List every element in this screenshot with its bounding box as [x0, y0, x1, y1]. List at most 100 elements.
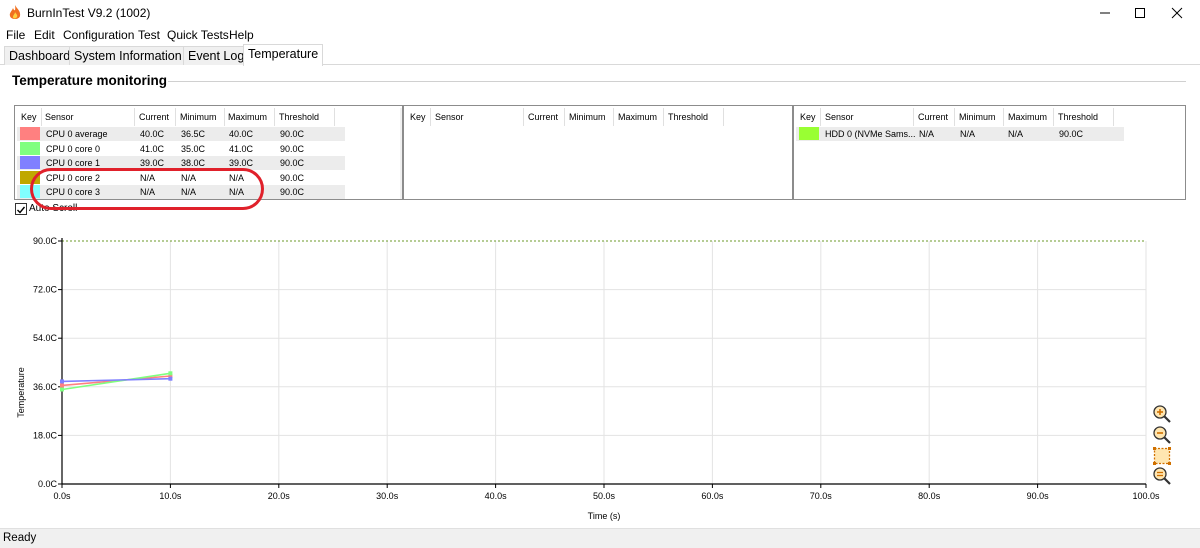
x-tick-label: 100.0s	[1132, 491, 1160, 501]
grid-header: Key Sensor Current Minimum Maximum Thres…	[15, 108, 345, 126]
col-maximum: Maximum	[228, 112, 268, 122]
tab-dashboard[interactable]: Dashboard	[4, 46, 76, 65]
highlight-annotation	[30, 168, 264, 210]
series-point	[60, 379, 64, 384]
sensor-current: 41.0C	[140, 143, 165, 154]
x-tick-label: 90.0s	[1027, 491, 1050, 501]
sensor-threshold: 90.0C	[280, 172, 305, 183]
sensor-row[interactable]: CPU 0 core 0 41.0C 35.0C 41.0C 90.0C	[17, 141, 345, 156]
x-tick-label: 10.0s	[159, 491, 182, 501]
col-threshold: Threshold	[279, 112, 320, 122]
col-current: Current	[528, 112, 559, 122]
col-minimum: Minimum	[959, 112, 996, 122]
menu-file[interactable]: File	[6, 28, 25, 42]
sensor-minimum: 36.5C	[181, 129, 206, 139]
window-title: BurnInTest V9.2 (1002)	[27, 6, 151, 20]
zoom-out-icon[interactable]	[1152, 425, 1172, 445]
col-sensor: Sensor	[825, 112, 854, 122]
menu-configuration[interactable]: Configuration	[63, 28, 134, 42]
sensor-minimum: N/A	[960, 129, 976, 139]
col-maximum: Maximum	[1008, 112, 1048, 122]
checkmark-icon	[17, 206, 26, 214]
col-sensor: Sensor	[435, 112, 464, 122]
menu-quick-tests[interactable]: Quick Tests	[167, 28, 229, 42]
zoom-in-icon[interactable]	[1152, 404, 1172, 424]
col-key: Key	[21, 112, 37, 122]
status-bar: Ready	[0, 528, 1200, 548]
sensor-name: CPU 0 core 0	[46, 143, 101, 154]
minimize-icon	[1100, 12, 1110, 14]
tab-temperature[interactable]: Temperature	[243, 44, 324, 66]
sensor-maximum: 40.0C	[229, 129, 254, 139]
grid-header: Key Sensor Current Minimum Maximum Thres…	[794, 108, 1124, 126]
sensor-row[interactable]: CPU 0 average 40.0C 36.5C 40.0C 90.0C	[17, 127, 345, 141]
series-point	[168, 376, 173, 381]
col-current: Current	[918, 112, 949, 122]
col-maximum: Maximum	[618, 112, 658, 122]
close-button[interactable]	[1154, 0, 1200, 26]
sensor-maximum: 39.0C	[229, 158, 254, 169]
x-tick-label: 20.0s	[268, 491, 291, 501]
zoom-fit-icon[interactable]	[1152, 446, 1172, 466]
series-point	[60, 387, 64, 392]
sensor-current: N/A	[919, 129, 935, 139]
tab-event-log[interactable]: Event Log	[183, 46, 250, 65]
col-current: Current	[139, 112, 170, 122]
x-tick-label: 30.0s	[376, 491, 399, 501]
tab-system-information[interactable]: System Information	[69, 46, 187, 65]
title-bar: BurnInTest V9.2 (1002)	[0, 0, 1200, 26]
x-tick-label: 80.0s	[918, 491, 941, 501]
series-point	[168, 371, 173, 376]
sensor-row[interactable]: HDD 0 (NVMe Sams... N/A N/A N/A 90.0C	[796, 127, 1124, 141]
menu-edit[interactable]: Edit	[34, 28, 55, 42]
maximize-icon	[1135, 8, 1145, 18]
menu-help[interactable]: Help	[229, 28, 254, 42]
sensor-threshold: 90.0C	[1059, 129, 1084, 139]
sensor-threshold: 90.0C	[280, 143, 305, 154]
menu-bar: File Edit Configuration Test Quick Tests…	[0, 26, 1200, 44]
menu-test[interactable]: Test	[138, 28, 160, 42]
close-icon	[1171, 7, 1183, 19]
sensor-color-swatch	[799, 127, 819, 140]
col-minimum: Minimum	[569, 112, 606, 122]
y-tick-label: 90.0C	[33, 236, 58, 246]
col-key: Key	[800, 112, 816, 122]
series-point	[60, 383, 64, 388]
sensor-name: HDD 0 (NVMe Sams...	[825, 129, 916, 139]
sensor-name: CPU 0 average	[46, 129, 108, 139]
sensor-color-swatch	[20, 127, 40, 140]
x-tick-label: 40.0s	[485, 491, 508, 501]
sensor-color-swatch	[20, 156, 40, 170]
sensor-color-swatch	[20, 141, 40, 155]
autoscroll-checkbox[interactable]	[15, 203, 27, 215]
sensor-minimum: 38.0C	[181, 158, 206, 169]
sensor-threshold: 90.0C	[280, 129, 305, 139]
sensor-maximum: 41.0C	[229, 143, 254, 154]
y-tick-label: 54.0C	[33, 333, 58, 343]
col-threshold: Threshold	[668, 112, 709, 122]
tab-bar: Dashboard System Information Event Log T…	[0, 44, 1200, 66]
zoom-reset-icon[interactable]	[1152, 466, 1172, 486]
grid-header: Key Sensor Current Minimum Maximum Thres…	[404, 108, 734, 126]
sensor-current: 40.0C	[140, 129, 165, 139]
x-tick-label: 70.0s	[810, 491, 833, 501]
flame-icon	[9, 5, 21, 19]
page-title: Temperature monitoring	[12, 73, 168, 88]
col-sensor: Sensor	[45, 112, 74, 122]
col-threshold: Threshold	[1058, 112, 1099, 122]
y-tick-label: 0.0C	[38, 479, 58, 489]
sensor-current: 39.0C	[140, 158, 165, 169]
sensor-grid-hdd[interactable]: Key Sensor Current Minimum Maximum Thres…	[793, 105, 1186, 200]
y-tick-label: 36.0C	[33, 382, 58, 392]
sensor-grid-empty[interactable]: Key Sensor Current Minimum Maximum Thres…	[403, 105, 793, 200]
y-tick-label: 72.0C	[33, 285, 58, 295]
sensor-minimum: 35.0C	[181, 143, 206, 154]
temperature-chart[interactable]: 0.0s 10.0s 20.0s 30.0s 40.0s 50.0s 60.0s 70.0s 8…	[0, 222, 1200, 528]
sensor-maximum: N/A	[1008, 129, 1024, 139]
sensor-threshold: 90.0C	[280, 187, 305, 198]
sensor-threshold: 90.0C	[280, 158, 305, 169]
x-tick-label: 0.0s	[53, 491, 71, 501]
col-key: Key	[410, 112, 426, 122]
x-tick-label: 60.0s	[701, 491, 724, 501]
section-divider	[168, 81, 1186, 82]
